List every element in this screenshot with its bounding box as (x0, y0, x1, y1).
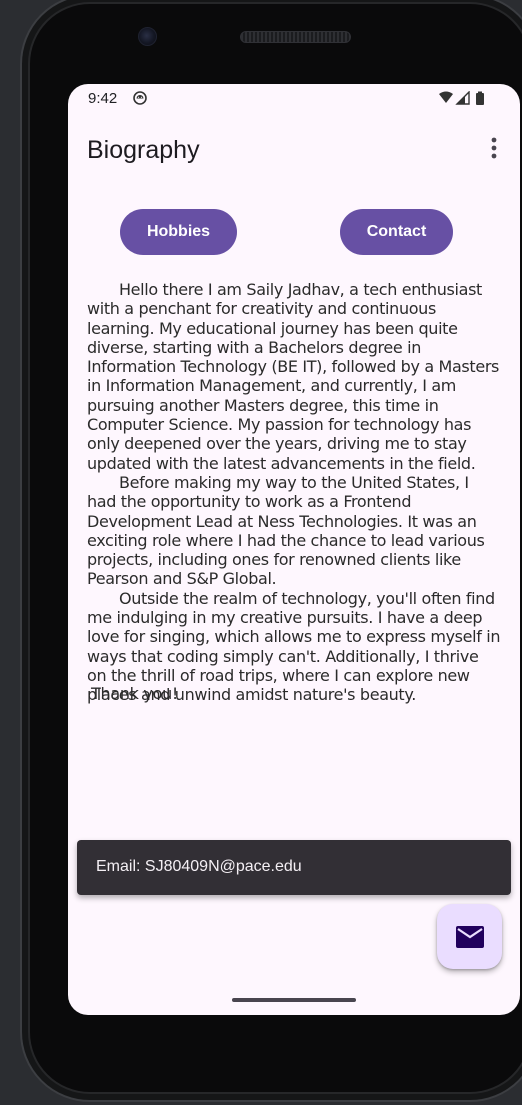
battery-icon (476, 91, 484, 105)
status-bar: 9:42 (68, 84, 520, 114)
earpiece-speaker (240, 31, 351, 43)
signal-icon (455, 91, 470, 105)
top-app-bar: Biography (68, 122, 520, 178)
status-time: 9:42 (88, 90, 118, 107)
gesture-navigation-bar[interactable] (232, 998, 356, 1002)
email-fab[interactable] (437, 904, 502, 969)
android-notification-icon (133, 91, 147, 105)
snackbar-message: Email: SJ80409N@pace.edu (96, 858, 302, 875)
phone-frame: 9:42 Biography Hobbies Contact Hello the… (20, 0, 522, 1102)
app-bar-title: Biography (87, 136, 200, 164)
email-icon (455, 925, 484, 948)
contact-button[interactable]: Contact (340, 209, 453, 255)
closing-text: Thank you! (91, 684, 179, 703)
snackbar: Email: SJ80409N@pace.edu (77, 840, 511, 895)
hobbies-button[interactable]: Hobbies (120, 209, 237, 255)
front-camera (138, 27, 157, 46)
app-screen: 9:42 Biography Hobbies Contact Hello the… (68, 84, 520, 1015)
more-vert-icon[interactable] (484, 136, 504, 160)
system-status-icons (439, 91, 484, 105)
bio-paragraph: Before making my way to the United State… (87, 472, 485, 589)
wifi-icon (439, 91, 453, 103)
biography-text: Hello there I am Saily Jadhav, a tech en… (87, 280, 501, 705)
bio-paragraph: Hello there I am Saily Jadhav, a tech en… (87, 280, 500, 473)
